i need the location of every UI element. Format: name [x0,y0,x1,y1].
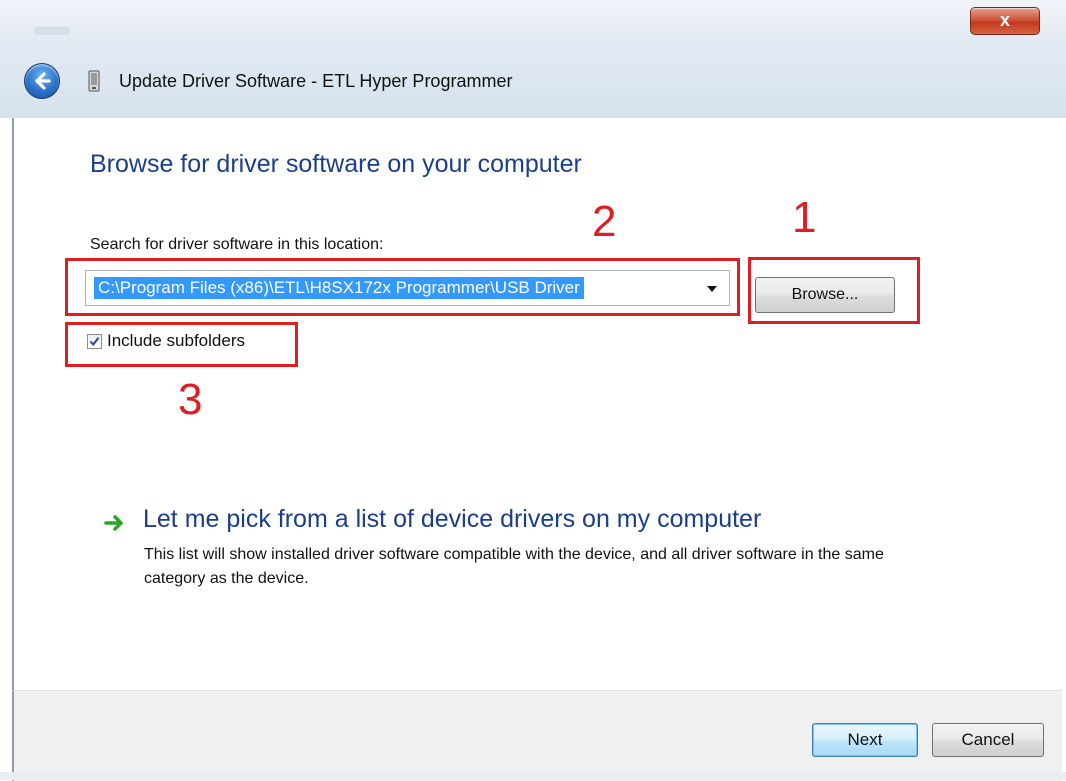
cancel-button[interactable]: Cancel [932,723,1044,757]
usb-device-icon [88,70,100,92]
annotation-box-browse [748,257,920,324]
annotation-number-1: 1 [792,193,817,242]
window-title: Update Driver Software - ETL Hyper Progr… [119,71,513,91]
window-frame-bottom [0,772,1066,780]
close-button[interactable]: x [970,7,1040,35]
next-button[interactable]: Next [812,723,918,757]
annotation-number-3: 3 [178,375,203,424]
page-heading: Browse for driver software on your compu… [90,150,582,178]
pick-from-list-description: This list will show installed driver sof… [144,546,884,587]
green-arrow-icon [104,515,123,531]
annotation-number-2: 2 [592,197,617,246]
back-button[interactable] [24,63,60,99]
pick-from-list-link[interactable]: Let me pick from a list of device driver… [143,505,761,534]
faded-caption [34,27,70,35]
annotation-box-checkbox [65,322,298,367]
back-arrow-icon [35,72,51,90]
content-area [12,118,1062,690]
title-bar: x Update Driver Software - ETL Hyper Pro… [0,0,1066,118]
window-frame-top [0,0,1066,40]
search-location-label: Search for driver software in this locat… [90,236,384,253]
annotation-box-path [65,258,740,316]
